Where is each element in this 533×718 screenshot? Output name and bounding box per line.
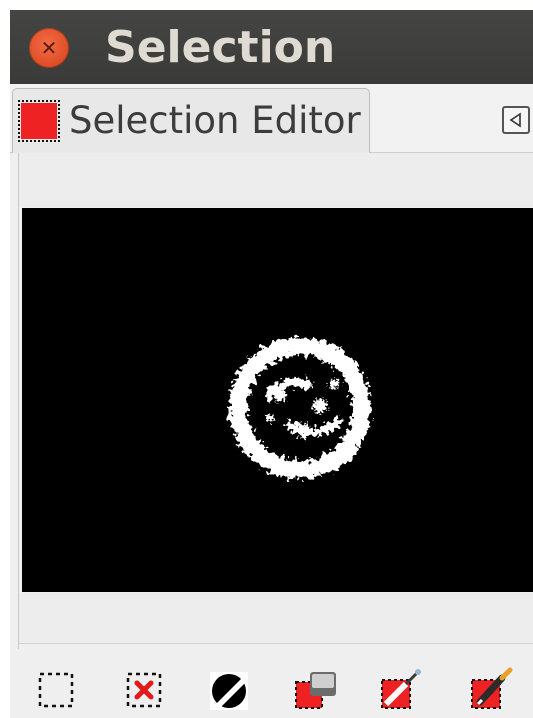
- selection-editor-panel: [18, 153, 533, 649]
- panel-top-bar: [19, 153, 533, 207]
- tab-label: Selection Editor: [69, 99, 361, 142]
- tab-menu-arrow-icon: [509, 112, 521, 128]
- select-all-icon: [38, 672, 74, 708]
- select-none-button[interactable]: [122, 666, 170, 714]
- invert-selection-button[interactable]: [206, 666, 254, 714]
- save-to-channel-button[interactable]: [292, 666, 340, 714]
- selection-preview[interactable]: [22, 208, 533, 592]
- select-none-icon: [126, 672, 162, 708]
- save-to-channel-icon: [295, 672, 336, 709]
- close-button[interactable]: ✕: [29, 28, 69, 68]
- stroke-with-paint-tool-button[interactable]: [466, 666, 514, 714]
- window-title: Selection: [105, 22, 336, 73]
- invert-selection-icon: [210, 672, 248, 710]
- stroke-selection-icon: [381, 669, 421, 709]
- selection-toolbar: [10, 650, 533, 718]
- stroke-selection-button[interactable]: [376, 666, 424, 714]
- close-icon: ✕: [40, 36, 58, 60]
- tab-selection-editor[interactable]: Selection Editor: [12, 88, 370, 153]
- select-all-button[interactable]: [34, 666, 82, 714]
- selection-swatch-icon: [18, 100, 60, 142]
- selection-dock-window: ✕ Selection Selection Editor: [10, 10, 533, 718]
- panel-bottom-bar: [19, 593, 533, 644]
- tab-menu-button[interactable]: [502, 106, 530, 134]
- dock-tab-strip: Selection Editor: [10, 84, 533, 153]
- stroke-with-paint-tool-icon: [471, 667, 513, 709]
- selection-mask-preview: [22, 208, 533, 592]
- title-bar[interactable]: ✕ Selection: [10, 10, 533, 84]
